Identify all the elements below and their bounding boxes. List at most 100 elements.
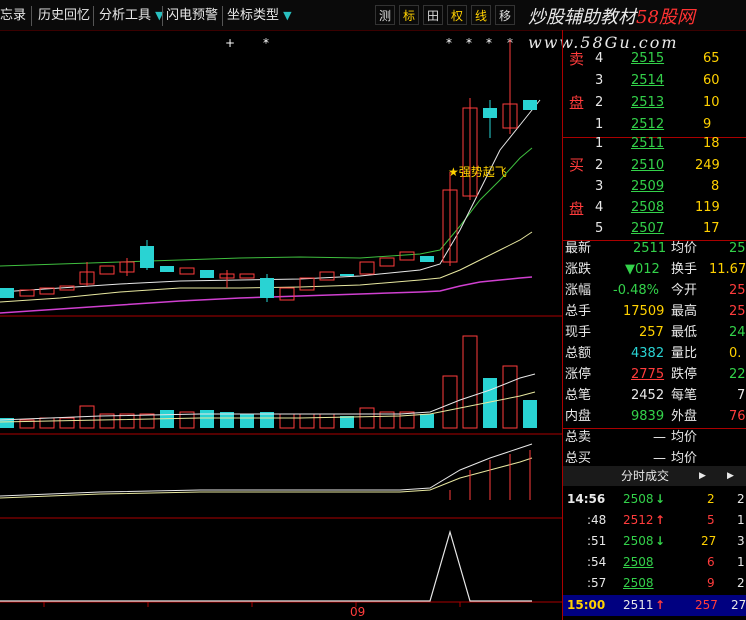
sell-level-row[interactable]: 3 2514 60 (563, 70, 746, 91)
measure-button[interactable]: 测 (375, 5, 395, 25)
mark-button[interactable]: 标 (399, 5, 419, 25)
time-axis-label: 09 (350, 605, 365, 619)
stat-value: ▼012 (625, 262, 660, 277)
volume: 60 (703, 73, 720, 88)
watermark-brand: 58股网 (636, 7, 695, 28)
watermark-text: 炒股辅助教材 (528, 7, 636, 28)
candle (260, 278, 274, 298)
tick-row: 14:56 2508 ↓ 2 2 (563, 489, 746, 510)
stat-value: 0. (729, 346, 742, 361)
stat-value: 9839 (631, 409, 665, 424)
tick-count: 3 (737, 534, 745, 548)
ticks-header[interactable]: 分时成交 ▶ ▶ (563, 466, 746, 486)
tick-row-selected[interactable]: 15:00 2511 ↑ 257 27 (563, 595, 746, 616)
tick-row: :54 2508 6 1 (563, 552, 746, 573)
tick-row: :48 2512 ↑ 5 1 (563, 510, 746, 531)
stat-label: 均价 (671, 430, 698, 445)
volume: 9 (703, 117, 712, 132)
sell-level-row[interactable]: 4 2515 65 (563, 48, 746, 69)
tick-price: 2511 (623, 598, 654, 612)
buy-level-row[interactable]: 1 2511 18 (563, 133, 746, 154)
candle (523, 100, 537, 110)
tick-time: 14:56 (567, 492, 606, 506)
kline-chart[interactable]: 09 + * * * * * (0, 30, 562, 620)
stat-value: 11.67 (709, 262, 746, 277)
price: 2514 (631, 73, 665, 88)
signal-annotation: ★强势起飞 (448, 165, 507, 179)
stat-row: 涨跌 ▼012 换手 11.67 (563, 259, 746, 280)
stat-label: 总额 (565, 346, 592, 361)
move-button[interactable]: 移 (495, 5, 515, 25)
menu-memo[interactable]: 忘录 (0, 7, 26, 25)
tick-volume: 2 (707, 492, 715, 506)
buy-level-row[interactable]: 4 2508 119 (563, 197, 746, 218)
candle (200, 270, 214, 278)
sell-level-row[interactable]: 1 2512 9 (563, 114, 746, 135)
price: 2507 (631, 221, 665, 236)
toolbar-divider (93, 6, 94, 26)
menu-analysis-tools[interactable]: 分析工具 ▼ (99, 7, 164, 25)
expand-icon[interactable]: ▶ (727, 466, 734, 486)
toolbar-divider (31, 6, 32, 26)
stat-label: 涨跌 (565, 262, 592, 277)
rights-button[interactable]: 权 (447, 5, 467, 25)
stat-label: 外盘 (671, 409, 698, 424)
tick-price: 2508 (623, 534, 654, 548)
stat-row: 最新 2511 均价 25 (563, 238, 746, 259)
candle (299, 277, 315, 291)
menu-axis-type-label: 坐标类型 (227, 8, 280, 23)
candle (399, 251, 415, 261)
tick-time: :51 (587, 534, 607, 548)
price: 2513 (631, 95, 665, 110)
level-number: 3 (595, 73, 604, 88)
stat-value: 25 (729, 283, 746, 298)
tick-volume: 9 (707, 576, 715, 590)
candle (140, 246, 154, 268)
sell-level-row[interactable]: 2 2513 10 (563, 92, 746, 113)
stat-label: 内盘 (565, 409, 592, 424)
volume: 119 (695, 200, 720, 215)
stat-value: 2775 (631, 367, 665, 382)
buy-level-row[interactable]: 5 2507 17 (563, 218, 746, 239)
level-number: 1 (595, 117, 604, 132)
candle (359, 261, 375, 275)
stat-value: 257 (639, 325, 664, 340)
stat-label: 现手 (565, 325, 592, 340)
stat-label: 最高 (671, 304, 698, 319)
candle (379, 257, 395, 267)
play-icon[interactable]: ▶ (699, 466, 706, 486)
grid-button[interactable]: 田 (423, 5, 443, 25)
up-arrow-icon: ↑ (655, 513, 666, 527)
stat-row: 总手 17509 最高 25 (563, 301, 746, 322)
price: 2509 (631, 179, 665, 194)
candle (483, 108, 497, 118)
tick-price: 2508 (623, 492, 654, 506)
tick-row: :51 2508 ↓ 27 3 (563, 531, 746, 552)
tick-volume: 27 (701, 534, 717, 548)
watermark-logo: 炒股辅助教材58股网 (528, 3, 695, 29)
stat-row: 现手 257 最低 24 (563, 322, 746, 343)
buy-level-row[interactable]: 2 2510 249 (563, 155, 746, 176)
volume: 18 (703, 136, 720, 151)
stat-value: 2452 (631, 388, 665, 403)
candle (0, 288, 14, 298)
volume: 17 (703, 221, 720, 236)
candle (239, 273, 255, 279)
tick-time: :48 (587, 513, 607, 527)
stat-row: 总额 4382 量比 0. (563, 343, 746, 364)
stat-value: 2511 (633, 241, 667, 256)
candle (99, 265, 115, 275)
price: 2508 (631, 200, 665, 215)
level-number: 2 (595, 158, 604, 173)
stat-row: 内盘 9839 外盘 76 (563, 406, 746, 427)
menu-history[interactable]: 历史回忆 (38, 7, 90, 25)
line-button[interactable]: 线 (471, 5, 491, 25)
menu-axis-type[interactable]: 坐标类型 ▼ (227, 7, 292, 25)
menu-flash-alert[interactable]: 闪电预警 (166, 7, 218, 25)
tick-price: 2508 (623, 555, 654, 569)
candle (279, 287, 295, 301)
stat-label: 今开 (671, 283, 698, 298)
volume: 249 (695, 158, 720, 173)
buy-level-row[interactable]: 3 2509 8 (563, 176, 746, 197)
price: 2510 (631, 158, 665, 173)
